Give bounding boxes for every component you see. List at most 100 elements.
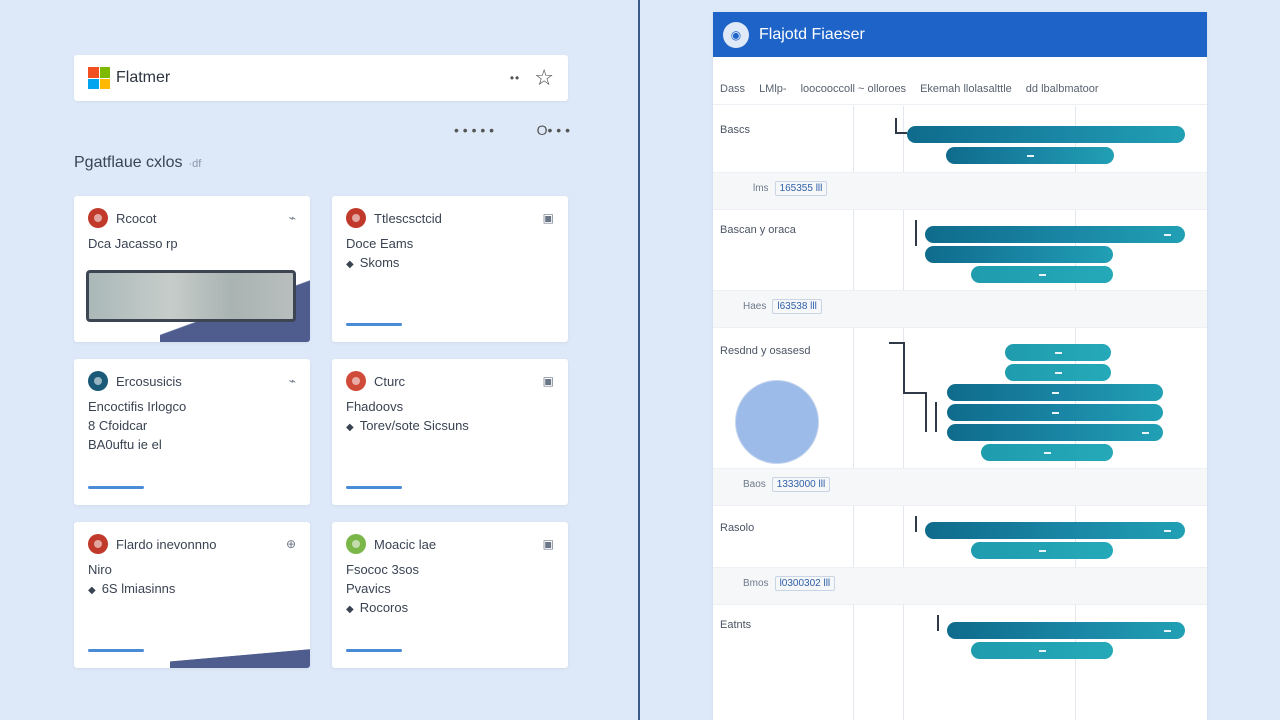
project-card[interactable]: Rcocot ⌁ Dca Jacasso rp: [74, 196, 310, 342]
dependency-connector: [903, 342, 905, 392]
column-header[interactable]: dd lbalbmatoor: [1026, 83, 1099, 95]
card-detail: 8 Cfoidcar: [88, 418, 148, 433]
dependency-connector: [915, 220, 917, 246]
card-detail: ◆ Skoms: [346, 255, 400, 270]
dependency-connector: [915, 516, 917, 532]
gantt-task-bar[interactable]: [947, 404, 1163, 421]
bar-marker: [1038, 649, 1046, 652]
project-card[interactable]: Moacic lae ▣ Fsococ 3sos Pvavics ◆ Rocoro…: [332, 522, 568, 668]
bar-marker: [1038, 273, 1046, 276]
dependency-connector: [895, 132, 907, 134]
card-detail: Dca Jacasso rp: [88, 236, 178, 251]
more-options-icon[interactable]: ••: [510, 71, 520, 85]
column-header[interactable]: Dass: [720, 83, 745, 95]
gantt-header: ◉ Flajotd Fiaeser: [713, 12, 1207, 57]
card-detail: Fhadoovs: [346, 399, 404, 414]
assignee-avatar[interactable]: [735, 380, 819, 464]
card-title: Moacic lae: [374, 536, 437, 552]
card-settings-icon[interactable]: ⊕: [286, 537, 296, 551]
milestone-date: Haes l63538 lll: [743, 299, 822, 314]
card-detail: Fsococ 3sos: [346, 562, 419, 577]
card-detail: ◆ 6S lmiasinns: [88, 581, 176, 596]
card-preview-image: [86, 270, 296, 322]
left-pane: Flatmer •• ☆ • • • • • O• • • Pgatflaue …: [0, 0, 638, 720]
project-icon: [88, 371, 108, 391]
card-decoration: [170, 638, 310, 668]
card-accent-bar: [346, 323, 402, 326]
row-separator: [713, 505, 1207, 506]
section-title: Pgatflaue cxlos: [74, 154, 183, 171]
task-group-label[interactable]: Bascs: [720, 124, 750, 136]
dependency-connector: [925, 392, 927, 432]
bar-marker: [1026, 154, 1034, 157]
row-separator: [713, 604, 1207, 605]
card-title: Ttlescsctcid: [374, 210, 442, 226]
row-separator: [713, 172, 1207, 173]
gantt-panel: ◉ Flajotd Fiaeser Dass LMlp- loocooccoll…: [713, 12, 1207, 720]
gantt-task-bar[interactable]: [947, 384, 1163, 401]
column-header[interactable]: loocooccoll ~ olloroes: [801, 83, 906, 95]
section-subtitle: ·df: [188, 158, 202, 170]
task-group-label[interactable]: Eatnts: [720, 619, 751, 631]
gantt-task-bar[interactable]: [947, 424, 1163, 441]
card-title: Flardo inevonnno: [116, 536, 217, 552]
project-card[interactable]: Cturc ▣ Fhadoovs ◆ Torev/sote Sicsuns: [332, 359, 568, 505]
row-separator: [713, 290, 1207, 291]
dependency-connector: [895, 118, 897, 132]
project-avatar-icon: ◉: [723, 21, 749, 48]
app-title: Flatmer: [116, 69, 171, 86]
gantt-task-bar[interactable]: [1005, 364, 1111, 381]
card-calendar-icon[interactable]: ▣: [543, 374, 554, 388]
card-accent-bar: [88, 486, 144, 489]
bar-marker: [1142, 431, 1149, 434]
gantt-task-bar[interactable]: [971, 642, 1113, 659]
bar-marker: [1051, 411, 1059, 414]
card-accent-bar: [346, 649, 402, 652]
row-separator: [713, 327, 1207, 328]
pane-divider[interactable]: [638, 0, 640, 720]
toolbar-dots-left[interactable]: • • • • •: [454, 122, 494, 138]
card-menu-icon[interactable]: ⌁: [289, 374, 296, 388]
gantt-title: Flajotd Fiaeser: [759, 25, 865, 43]
gantt-task-bar[interactable]: [971, 266, 1113, 283]
gantt-task-bar[interactable]: [1005, 344, 1111, 361]
star-icon[interactable]: ☆: [534, 67, 554, 89]
task-group-label[interactable]: Bascan y oraca: [720, 224, 796, 236]
dependency-connector: [903, 392, 925, 394]
bullet-icon: ◆: [346, 422, 354, 433]
gantt-task-bar[interactable]: [925, 226, 1185, 243]
task-group-label[interactable]: Resdnd y osasesd: [720, 345, 811, 357]
project-icon: [346, 371, 366, 391]
gantt-task-bar[interactable]: [971, 542, 1113, 559]
card-calendar-icon[interactable]: ▣: [543, 211, 554, 225]
card-title: Ercosusicis: [116, 373, 182, 389]
row-separator: [713, 468, 1207, 469]
project-icon: [346, 534, 366, 554]
project-card[interactable]: Ttlescsctcid ▣ Doce Eams ◆ Skoms: [332, 196, 568, 342]
gantt-task-bar[interactable]: [907, 126, 1185, 143]
gantt-task-bar[interactable]: [947, 622, 1185, 639]
bar-marker: [1164, 233, 1171, 236]
card-calendar-icon[interactable]: ▣: [543, 537, 554, 551]
task-group-label[interactable]: Rasolo: [720, 522, 754, 534]
milestone-date: Baos 1333000 lll: [743, 477, 831, 492]
bar-marker: [1043, 451, 1051, 454]
toolbar-dots-right[interactable]: O• • •: [537, 122, 570, 138]
project-card[interactable]: Ercosusicis ⌁ Encoctifis Irlogco 8 Cfoid…: [74, 359, 310, 505]
gantt-task-bar[interactable]: [925, 522, 1185, 539]
bar-marker: [1051, 391, 1059, 394]
project-card[interactable]: Flardo inevonnno ⊕ Niro ◆ 6S lmiasinns: [74, 522, 310, 668]
gantt-task-bar[interactable]: [981, 444, 1113, 461]
card-detail: ◆ Rocoros: [346, 600, 409, 615]
dependency-connector: [889, 342, 903, 344]
column-header[interactable]: LMlp-: [759, 83, 787, 95]
bar-marker: [1038, 549, 1046, 552]
column-header[interactable]: Ekemah llolasalttle: [920, 83, 1012, 95]
card-accent-bar: [346, 486, 402, 489]
gantt-task-bar[interactable]: [946, 147, 1114, 164]
card-detail: ◆ Torev/sote Sicsuns: [346, 418, 469, 433]
gantt-task-bar[interactable]: [925, 246, 1113, 263]
card-menu-icon[interactable]: ⌁: [289, 211, 296, 225]
card-title: Rcocot: [116, 210, 157, 226]
bullet-icon: ◆: [346, 259, 354, 270]
